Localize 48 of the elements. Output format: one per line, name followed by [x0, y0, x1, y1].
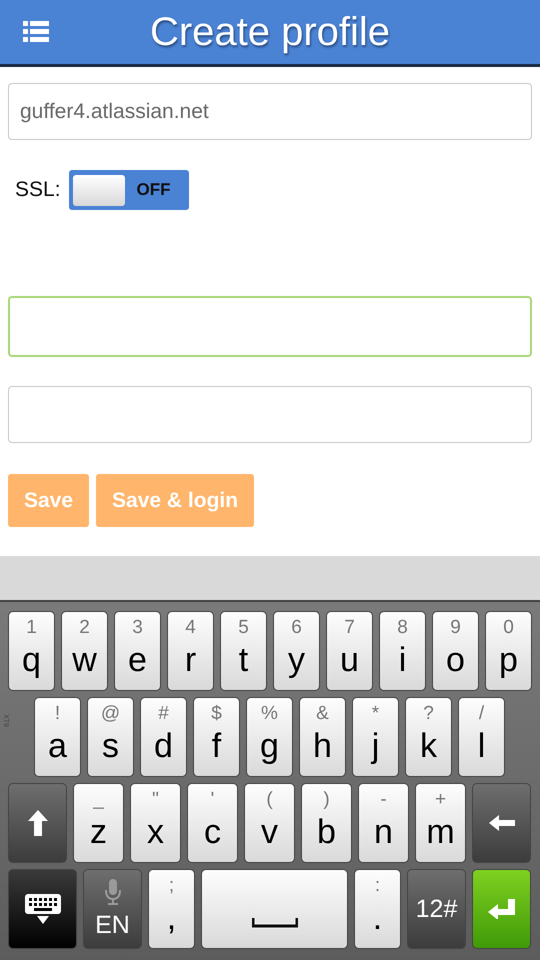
language-key[interactable]: EN: [83, 869, 142, 949]
keyboard-key[interactable]: # d: [140, 697, 187, 777]
keyboard-key[interactable]: ! a: [34, 697, 81, 777]
microphone-icon: [104, 878, 120, 904]
ssl-toggle[interactable]: OFF: [68, 170, 189, 210]
hide-keyboard-key[interactable]: [8, 869, 77, 949]
keyboard-key[interactable]: " x: [130, 783, 181, 863]
input-field[interactable]: [8, 296, 532, 357]
keyboard-key[interactable]: 0 p: [485, 611, 532, 691]
input-field[interactable]: [8, 386, 532, 443]
keyboard-key[interactable]: $ f: [193, 697, 240, 777]
keyboard-key[interactable]: 3 e: [114, 611, 161, 691]
keyboard-key[interactable]: 6 y: [273, 611, 320, 691]
symbols-key[interactable]: 12#: [407, 869, 466, 949]
keyboard-key[interactable]: 8 i: [379, 611, 426, 691]
keyboard-key[interactable]: @ s: [87, 697, 134, 777]
keyboard-key[interactable]: 5 t: [220, 611, 267, 691]
keyboard-key[interactable]: : .: [354, 869, 401, 949]
enter-key[interactable]: [472, 869, 531, 949]
enter-arrow-icon: [488, 899, 516, 919]
keyboard-key[interactable]: 2 w: [61, 611, 108, 691]
input-field[interactable]: guffer4.atlassian.net: [8, 83, 532, 140]
keyboard-key[interactable]: / l: [458, 697, 505, 777]
up-arrow-icon: [28, 810, 48, 836]
keyboard-key[interactable]: * j: [352, 697, 399, 777]
keyboard-key[interactable]: 7 u: [326, 611, 373, 691]
space-icon: [252, 918, 298, 928]
left-arrow-icon: [488, 815, 514, 831]
keyboard-key[interactable]: ; ,: [148, 869, 195, 949]
ssl-label: SSL:: [15, 178, 61, 202]
space-key[interactable]: [201, 869, 348, 949]
shift-key[interactable]: [8, 783, 67, 863]
keyboard-key[interactable]: 1 q: [8, 611, 55, 691]
keyboard-key[interactable]: - n: [358, 783, 409, 863]
keyboard-key[interactable]: _ z: [73, 783, 124, 863]
keyboard-key[interactable]: + m: [415, 783, 466, 863]
screen-title: Create profile: [150, 10, 390, 54]
menu-icon[interactable]: [23, 21, 49, 43]
keyboard-key[interactable]: 9 o: [432, 611, 479, 691]
keyboard-key[interactable]: % g: [246, 697, 293, 777]
backspace-key[interactable]: [472, 783, 531, 863]
keyboard-icon: [24, 893, 62, 925]
keyboard-key[interactable]: ' c: [187, 783, 238, 863]
keyboard-key[interactable]: ( v: [244, 783, 295, 863]
keyboard-key[interactable]: 4 r: [167, 611, 214, 691]
keyboard-key[interactable]: ? k: [405, 697, 452, 777]
keyboard-key[interactable]: ) b: [301, 783, 352, 863]
keyboard-key[interactable]: & h: [299, 697, 346, 777]
